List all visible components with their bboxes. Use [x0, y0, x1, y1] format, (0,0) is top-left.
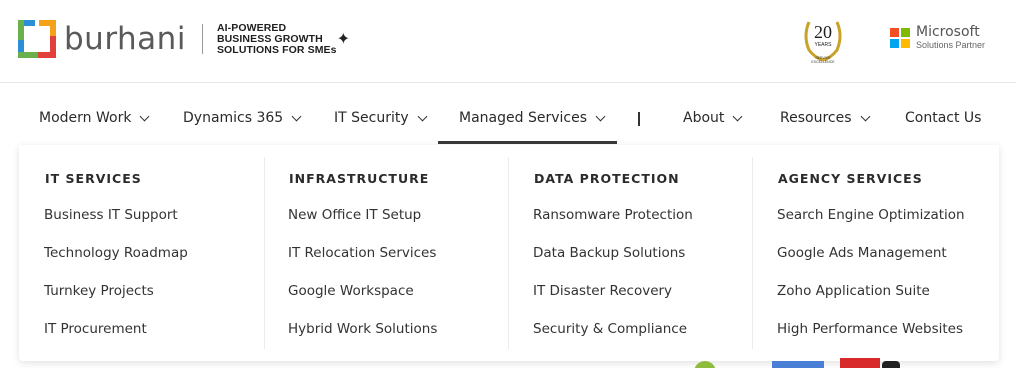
chevron-down-icon — [732, 111, 743, 121]
tagline-line-2: BUSINESS GROWTH — [216, 32, 323, 45]
background-graphic — [772, 361, 824, 368]
microsoft-logo-icon — [890, 28, 910, 48]
badge-years: YEARS — [815, 42, 833, 48]
menu-link[interactable]: Ransomware Protection — [533, 207, 693, 223]
column-heading-it-services: IT SERVICES — [45, 171, 142, 186]
background-graphic — [840, 358, 880, 368]
site-header: burhani AI-POWERED BUSINESS GROWTH SOLUT… — [0, 0, 1016, 83]
column-divider — [264, 157, 265, 349]
nav-label: Managed Services — [459, 110, 587, 126]
menu-link[interactable]: Security & Compliance — [533, 321, 687, 337]
nav-item-it-security[interactable]: IT Security — [334, 110, 428, 126]
menu-link[interactable]: Data Backup Solutions — [533, 245, 685, 261]
background-graphic — [694, 361, 716, 368]
nav-item-modern-work[interactable]: Modern Work — [39, 110, 150, 126]
nav-label: Contact Us — [905, 110, 982, 126]
partner-subtitle: Solutions Partner — [916, 40, 986, 50]
nav-item-contact-us[interactable]: Contact Us — [905, 110, 981, 126]
sparkle-icon: ✦ — [336, 31, 350, 48]
menu-link[interactable]: Hybrid Work Solutions — [288, 321, 437, 337]
brand-wordmark: burhani — [64, 21, 186, 57]
anniversary-badge: 20 YEARS SERVICE EXCELLENCE — [804, 21, 842, 64]
chevron-down-icon — [595, 111, 606, 121]
logo-divider — [201, 24, 203, 54]
active-nav-indicator — [438, 141, 617, 144]
menu-link[interactable]: Google Workspace — [288, 283, 414, 299]
menu-link[interactable]: Business IT Support — [44, 207, 178, 223]
chevron-down-icon — [417, 111, 428, 121]
column-divider — [508, 157, 509, 349]
nav-label: Dynamics 365 — [183, 110, 284, 126]
column-heading-infrastructure: INFRASTRUCTURE — [289, 171, 430, 186]
nav-item-resources[interactable]: Resources — [780, 110, 870, 126]
menu-link[interactable]: Turnkey Projects — [44, 283, 154, 299]
chevron-down-icon — [860, 111, 870, 121]
chevron-down-icon — [291, 111, 302, 121]
nav-item-dynamics-365[interactable]: Dynamics 365 — [183, 110, 302, 126]
nav-item-about[interactable]: About — [683, 110, 743, 126]
menu-link[interactable]: New Office IT Setup — [288, 207, 421, 223]
nav-label: About — [683, 110, 725, 126]
background-graphic — [882, 361, 900, 368]
menu-link[interactable]: Technology Roadmap — [44, 245, 188, 261]
main-navigation: Modern Work Dynamics 365 IT Security Man… — [0, 100, 1016, 144]
nav-label: Modern Work — [39, 110, 132, 126]
column-heading-data-protection: DATA PROTECTION — [534, 171, 680, 186]
menu-link[interactable]: IT Disaster Recovery — [533, 283, 672, 299]
chevron-down-icon — [139, 111, 150, 121]
badge-caption-2: EXCELLENCE — [811, 60, 835, 64]
menu-link[interactable]: High Performance Websites — [777, 321, 963, 337]
brand-tagline: AI-POWERED BUSINESS GROWTH SOLUTIONS FOR… — [216, 21, 337, 56]
partner-name: Microsoft — [916, 24, 980, 40]
menu-link[interactable]: Google Ads Management — [777, 245, 947, 261]
brand-logo[interactable]: burhani AI-POWERED BUSINESS GROWTH SOLUT… — [18, 20, 350, 58]
microsoft-partner-badge: Microsoft Solutions Partner — [890, 24, 986, 52]
menu-link[interactable]: IT Relocation Services — [288, 245, 436, 261]
menu-link[interactable]: Zoho Application Suite — [777, 283, 930, 299]
nav-item-managed-services[interactable]: Managed Services — [459, 110, 606, 126]
column-divider — [752, 157, 753, 349]
nav-separator — [638, 112, 640, 126]
menu-link[interactable]: IT Procurement — [44, 321, 147, 337]
tagline-line-1: AI-POWERED — [216, 21, 287, 34]
column-heading-agency-services: AGENCY SERVICES — [778, 171, 923, 186]
menu-link[interactable]: Search Engine Optimization — [777, 207, 965, 223]
badge-number: 20 — [814, 22, 832, 42]
tagline-line-3: SOLUTIONS FOR SMEs — [216, 43, 337, 56]
nav-label: Resources — [780, 110, 852, 126]
managed-services-mega-menu: IT SERVICES Business IT Support Technolo… — [19, 145, 999, 361]
burhani-logo-icon — [18, 20, 56, 58]
nav-label: IT Security — [334, 110, 409, 126]
